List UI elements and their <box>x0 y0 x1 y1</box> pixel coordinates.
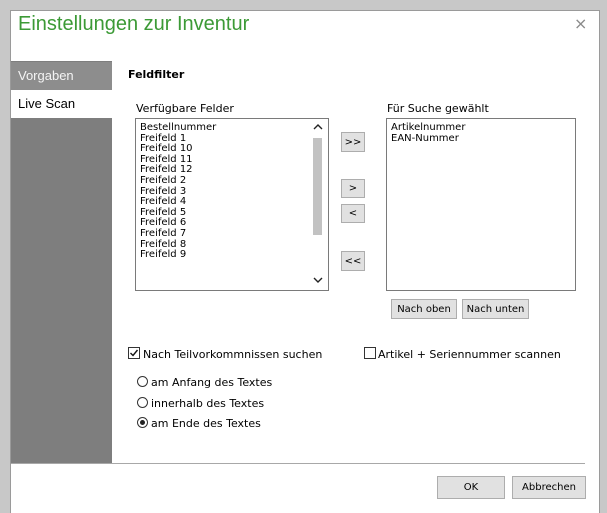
partial-match-checkbox[interactable] <box>128 347 140 359</box>
scrollbar-thumb[interactable] <box>313 138 322 235</box>
list-item[interactable]: Freifeld 7 <box>140 228 216 240</box>
available-fields-list[interactable]: Bestellnummer Freifeld 1 Freifeld 10 Freife… <box>135 118 329 291</box>
move-up-button[interactable]: Nach oben <box>391 299 457 319</box>
serial-scan-checkbox[interactable] <box>364 347 376 359</box>
available-fields-items: Bestellnummer Freifeld 1 Freifeld 10 Freife… <box>140 122 216 261</box>
dialog-title: Einstellungen zur Inventur <box>18 13 250 35</box>
move-all-right-button[interactable]: >> <box>341 132 365 152</box>
cancel-button[interactable]: Abbrechen <box>512 476 586 499</box>
list-item[interactable]: Freifeld 9 <box>140 250 216 261</box>
list-item[interactable]: Bestellnummer <box>140 122 216 134</box>
serial-scan-label[interactable]: Artikel + Seriennummer scannen <box>378 348 561 361</box>
radio-within-label[interactable]: innerhalb des Textes <box>151 397 264 410</box>
sidebar <box>11 61 112 463</box>
chevron-up-icon[interactable] <box>312 123 324 135</box>
move-all-left-button[interactable]: << <box>341 251 365 271</box>
radio-start-label[interactable]: am Anfang des Textes <box>151 376 272 389</box>
move-right-button[interactable]: > <box>341 179 365 198</box>
footer-divider <box>11 463 585 464</box>
available-fields-label: Verfügbare Felder <box>136 102 234 115</box>
close-icon[interactable]: × <box>574 16 587 32</box>
list-item[interactable]: Freifeld 2 <box>140 175 216 187</box>
chevron-down-icon[interactable] <box>312 276 324 288</box>
sidebar-item-live-scan[interactable]: Live Scan <box>11 90 112 118</box>
list-item[interactable]: Artikelnummer <box>391 122 465 134</box>
radio-end-label[interactable]: am Ende des Textes <box>151 417 261 430</box>
radio-start[interactable] <box>137 376 148 387</box>
radio-within[interactable] <box>137 397 148 408</box>
list-item[interactable]: EAN-Nummer <box>391 133 465 145</box>
selected-fields-list[interactable]: Artikelnummer EAN-Nummer <box>386 118 576 291</box>
selected-fields-items: Artikelnummer EAN-Nummer <box>391 122 465 145</box>
move-left-button[interactable]: < <box>341 204 365 223</box>
radio-end[interactable] <box>137 417 148 428</box>
check-icon <box>130 349 139 357</box>
partial-match-label[interactable]: Nach Teilvorkommnissen suchen <box>143 348 322 361</box>
section-title: Feldfilter <box>128 68 185 81</box>
move-down-button[interactable]: Nach unten <box>462 299 529 319</box>
sidebar-item-vorgaben[interactable]: Vorgaben <box>11 62 112 90</box>
selected-fields-label: Für Suche gewählt <box>387 102 489 115</box>
ok-button[interactable]: OK <box>437 476 505 499</box>
